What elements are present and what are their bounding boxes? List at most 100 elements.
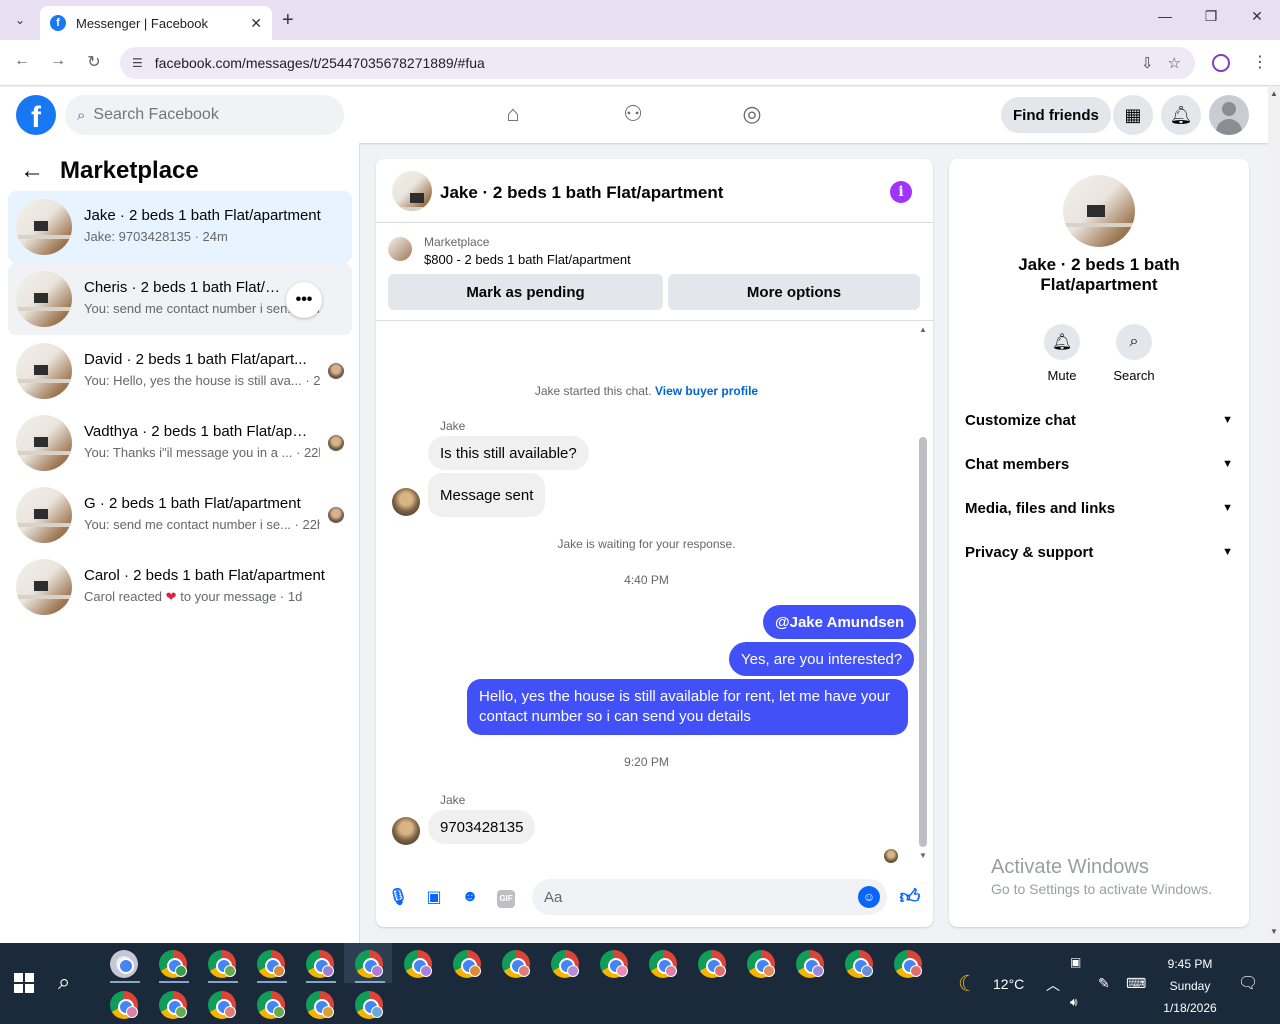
microphone-icon[interactable]: 🎙︎ [386,885,410,909]
chrome-profile-icon[interactable] [404,950,432,978]
chrome-profile-icon[interactable] [698,950,726,978]
tab-close-icon[interactable]: ✕ [250,15,262,32]
back-icon[interactable]: ← [10,52,34,70]
jake-avatar[interactable] [392,488,420,516]
chrome-profile-icon[interactable] [208,950,236,978]
back-arrow-icon[interactable]: ← [20,157,44,185]
conversation-item[interactable]: Carol · 2 beds 1 bath Flat/apartment Car… [8,551,352,623]
sticker-icon[interactable]: ☻ [458,885,482,909]
menu-grid-icon[interactable]: ▦ [1113,95,1153,135]
scroll-down-icon[interactable]: ▼ [1270,927,1278,936]
tab-search-icon[interactable]: ⌄ [8,8,32,32]
photo-icon[interactable]: ▣ [422,885,446,909]
tray-chevron-up-icon[interactable]: ︿ [1046,975,1060,995]
scroll-up-icon[interactable]: ▲ [1270,89,1278,98]
facebook-search[interactable]: ⌕ [65,95,344,135]
jake-avatar[interactable] [392,817,420,845]
chrome-profile-icon[interactable] [257,991,285,1019]
chrome-profile-icon[interactable] [502,950,530,978]
search-action[interactable]: ⌕ Search [1104,324,1164,383]
reload-icon[interactable]: ↻ [82,52,106,72]
facebook-logo-icon[interactable]: f [16,95,56,135]
home-icon[interactable]: ⌂ [498,101,528,127]
restore-icon[interactable]: ❐ [1196,8,1226,25]
volume-icon[interactable]: 🔊︎ [1070,995,1078,1010]
install-app-icon[interactable]: ⇩ [1141,54,1154,72]
chrome-profile-icon[interactable] [649,950,677,978]
conversation-item[interactable]: G · 2 beds 1 bath Flat/apartment You: se… [8,479,352,551]
url-text[interactable]: facebook.com/messages/t/2544703567827188… [155,55,1141,71]
info-icon[interactable]: i [890,181,912,203]
more-options-icon[interactable]: ••• [286,282,322,318]
chrome-profile-icon[interactable] [453,950,481,978]
chat-members-section[interactable]: Chat members ▼ [965,452,1233,476]
pen-icon[interactable]: ✎ [1098,975,1110,992]
chrome-profile-icon[interactable] [208,991,236,1019]
scroll-up-icon[interactable]: ▲ [919,325,927,334]
scroll-down-icon[interactable]: ▼ [919,851,927,860]
keyboard-icon[interactable]: ⌨ [1126,975,1146,992]
chrome-profile-icon[interactable] [306,991,334,1019]
friends-icon[interactable]: ⚇ [618,101,648,127]
chrome-profile-icon[interactable] [551,950,579,978]
mark-as-pending-button[interactable]: Mark as pending [388,274,663,310]
view-buyer-profile-link[interactable]: View buyer profile [655,384,758,398]
meet-now-icon[interactable]: ▣ [1070,955,1081,969]
chat-scrollbar[interactable]: ▲ ▼ [917,325,929,865]
chrome-profile-icon[interactable] [796,950,824,978]
browser-menu-icon[interactable]: ⋮ [1252,52,1268,72]
find-friends-button[interactable]: Find friends [1001,97,1111,133]
scroll-thumb[interactable] [919,437,927,847]
message-input[interactable]: Aa [532,879,887,915]
chrome-profile-icon[interactable] [747,950,775,978]
groups-icon[interactable]: ◎ [737,101,767,127]
app-icon[interactable] [110,950,138,978]
browser-profile-icon[interactable] [1212,54,1230,72]
chrome-profile-icon[interactable] [355,950,383,978]
windows-start-icon[interactable] [14,973,34,993]
listing-thumbnail[interactable] [392,171,432,211]
forward-icon[interactable]: → [46,52,70,70]
account-avatar[interactable] [1209,95,1249,135]
incoming-message[interactable]: Message sent [428,473,546,517]
chrome-profile-icon[interactable] [845,950,873,978]
media-files-links-section[interactable]: Media, files and links ▼ [965,496,1233,520]
outgoing-message[interactable]: Yes, are you interested? [729,642,915,676]
facebook-search-input[interactable] [93,106,314,124]
mute-action[interactable]: 🔔︎ Mute [1032,324,1092,383]
more-options-button[interactable]: More options [668,274,920,310]
chrome-profile-icon[interactable] [110,991,138,1019]
chrome-profile-icon[interactable] [355,991,383,1019]
weather-temp[interactable]: 12°C [993,976,1024,992]
search-icon[interactable]: ⌕ [1116,324,1152,360]
chrome-profile-icon[interactable] [894,950,922,978]
taskbar-search-icon[interactable]: ⌕ [58,969,70,995]
bookmark-star-icon[interactable]: ☆ [1168,54,1181,72]
omnibox[interactable]: ☰ facebook.com/messages/t/25447035678271… [120,47,1195,79]
outgoing-message[interactable]: @Jake Amundsen [763,605,917,639]
conversation-item[interactable]: Vadthya · 2 beds 1 bath Flat/apa... You:… [8,407,352,479]
conversation-item[interactable]: Jake · 2 beds 1 bath Flat/apartment Jake… [8,191,352,263]
chrome-profile-icon[interactable] [159,950,187,978]
conversation-item[interactable]: David · 2 beds 1 bath Flat/apart... You:… [8,335,352,407]
bell-icon[interactable]: 🔔︎ [1044,324,1080,360]
weather-moon-icon[interactable]: ☾ [958,971,978,997]
incoming-message[interactable]: 9703428135 [428,810,536,844]
customize-chat-section[interactable]: Customize chat ▼ [965,408,1233,432]
site-info-icon[interactable]: ☰ [132,56,143,70]
minimize-icon[interactable]: — [1150,8,1180,24]
new-tab-icon[interactable]: + [282,9,294,32]
system-clock[interactable]: 9:45 PM Sunday 1/18/2026 [1150,953,1230,1019]
notification-center-icon[interactable]: 🗨︎ [1238,973,1258,993]
gif-icon[interactable]: GIF [494,885,518,909]
listing-price[interactable]: $800 - 2 beds 1 bath Flat/apartment [424,252,631,267]
notifications-bell-icon[interactable]: 🔔︎ [1161,95,1201,135]
window-close-icon[interactable]: ✕ [1242,8,1272,25]
privacy-support-section[interactable]: Privacy & support ▼ [965,540,1233,564]
conversation-item[interactable]: Cheris · 2 beds 1 bath Flat/apar... You:… [8,263,352,335]
thumbs-up-icon[interactable]: 👍︎ [898,885,922,909]
chrome-profile-icon[interactable] [257,950,285,978]
emoji-icon[interactable]: ☺ [858,886,880,908]
chrome-profile-icon[interactable] [159,991,187,1019]
page-scrollbar[interactable]: ▲ ▼ [1268,87,1280,943]
